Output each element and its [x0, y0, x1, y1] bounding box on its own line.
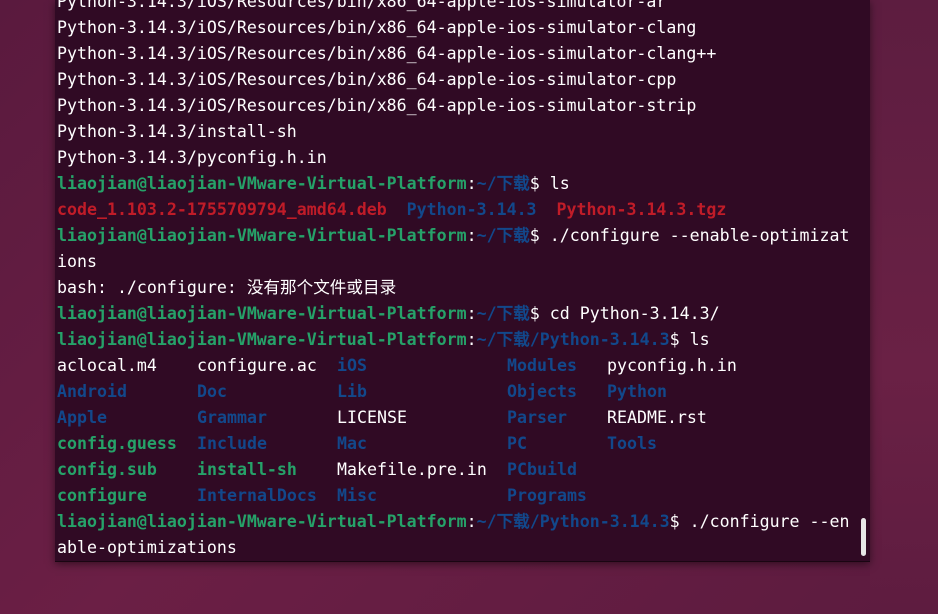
ls-entry: README.rst — [607, 408, 707, 427]
prompt-path: ~/下载 — [476, 304, 530, 323]
ls-row: configure InternalDocs Misc Programs — [57, 483, 857, 509]
prompt-dollar: $ — [529, 174, 540, 193]
ls-entry: LICENSE — [337, 408, 407, 427]
ls-entry: Makefile.pre.in — [337, 460, 487, 479]
terminal-window[interactable]: Python-3.14.3/iOS/Resources/bin/x86_64-a… — [55, 0, 870, 562]
output-line: Python-3.14.3/iOS/Resources/bin/x86_64-a… — [57, 44, 717, 63]
prompt-sep: : — [466, 330, 477, 349]
ls-entry: install-sh — [197, 460, 297, 479]
ls-entry: Misc — [337, 486, 377, 505]
prompt-path: ~/下载 — [476, 226, 530, 245]
ls-entry: Lib — [337, 382, 367, 401]
ls-entry: iOS — [337, 356, 367, 375]
ls-entry — [607, 457, 767, 483]
ls-entry: Android — [57, 382, 127, 401]
ls-entry: Modules — [507, 356, 577, 375]
prompt-line: liaojian@liaojian-VMware-Virtual-Platfor… — [57, 171, 857, 197]
prompt-line: liaojian@liaojian-VMware-Virtual-Platfor… — [57, 327, 857, 353]
prompt-dollar: $ — [669, 330, 680, 349]
ls-entry: PCbuild — [507, 460, 577, 479]
prompt-dollar: $ — [529, 226, 540, 245]
prompt-dollar: $ — [529, 304, 540, 323]
prompt-path: ~/下载 — [476, 174, 530, 193]
ls-entry — [607, 483, 767, 509]
ls-row: config.sub install-sh Makefile.pre.in PC… — [57, 457, 857, 483]
ls-row: config.guess Include Mac PC Tools — [57, 431, 857, 457]
prompt-path: ~/下载/Python-3.14.3 — [476, 330, 670, 349]
prompt-sep: : — [466, 226, 477, 245]
ls-entry: Doc — [197, 382, 227, 401]
prompt-path: ~/下载/Python-3.14.3 — [476, 512, 670, 531]
ls-entry: Parser — [507, 408, 567, 427]
output-line: Python-3.14.3/iOS/Resources/bin/x86_64-a… — [57, 18, 697, 37]
ls-entry: Programs — [507, 486, 587, 505]
ls-entry: Objects — [507, 382, 577, 401]
output-line: Python-3.14.3/iOS/Resources/bin/x86_64-a… — [57, 0, 667, 11]
error-line: bash: ./configure: 没有那个文件或目录 — [57, 278, 397, 297]
ls-entry: Grammar — [197, 408, 267, 427]
prompt-line: liaojian@liaojian-VMware-Virtual-Platfor… — [57, 301, 857, 327]
ls-row: Apple Grammar LICENSE Parser README.rst — [57, 405, 857, 431]
ls-entry: aclocal.m4 — [57, 356, 157, 375]
ls-entry: Include — [197, 434, 267, 453]
output-line: Python-3.14.3/pyconfig.h.in — [57, 148, 327, 167]
ls-entry: Apple — [57, 408, 107, 427]
prompt-sep: : — [466, 174, 477, 193]
output-line: Python-3.14.3/iOS/Resources/bin/x86_64-a… — [57, 96, 697, 115]
prompt-sep: : — [466, 512, 477, 531]
prompt-user: liaojian@liaojian-VMware-Virtual-Platfor… — [57, 330, 467, 349]
prompt-line: liaojian@liaojian-VMware-Virtual-Platfor… — [57, 223, 857, 249]
dir-python: Python-3.14.3 — [406, 200, 537, 219]
prompt-sep: : — [466, 304, 477, 323]
command-text: ./configure --en — [679, 512, 850, 531]
command-text: ls — [539, 174, 570, 193]
ls-entry: config.sub — [57, 460, 157, 479]
ls-entry: Mac — [337, 434, 367, 453]
prompt-user: liaojian@liaojian-VMware-Virtual-Platfor… — [57, 304, 467, 323]
ls-entry: configure.ac — [197, 356, 317, 375]
prompt-dollar: $ — [669, 512, 680, 531]
ls-row: aclocal.m4 configure.ac iOS Modules pyco… — [57, 353, 857, 379]
output-line: Python-3.14.3/iOS/Resources/bin/x86_64-a… — [57, 70, 677, 89]
ls-entry: InternalDocs — [197, 486, 317, 505]
command-text: ./configure --enable-optimizat — [539, 226, 850, 245]
ls-row: Android Doc Lib Objects Python — [57, 379, 857, 405]
command-text: cd Python-3.14.3/ — [539, 304, 720, 323]
ls-entry: config.guess — [57, 434, 177, 453]
prompt-user: liaojian@liaojian-VMware-Virtual-Platfor… — [57, 512, 467, 531]
ls-entry: configure — [57, 486, 147, 505]
command-wrap: ions — [57, 252, 97, 271]
prompt-user: liaojian@liaojian-VMware-Virtual-Platfor… — [57, 174, 467, 193]
terminal-scrollbar[interactable] — [861, 518, 866, 556]
desktop-background — [870, 0, 938, 614]
file-deb: code_1.103.2-1755709794_amd64.deb — [57, 200, 387, 219]
command-text: ls — [679, 330, 710, 349]
ls-entry: Tools — [607, 434, 657, 453]
output-line: Python-3.14.3/install-sh — [57, 122, 297, 141]
command-wrap: able-optimizations — [57, 538, 237, 557]
ls-entry: PC — [507, 434, 527, 453]
ls-output-line: code_1.103.2-1755709794_amd64.deb Python… — [57, 197, 857, 223]
ls-entry: Python — [607, 382, 667, 401]
ls-entry: pyconfig.h.in — [607, 356, 737, 375]
terminal-output: Python-3.14.3/iOS/Resources/bin/x86_64-a… — [57, 0, 857, 561]
file-tgz: Python-3.14.3.tgz — [556, 200, 727, 219]
prompt-line: liaojian@liaojian-VMware-Virtual-Platfor… — [57, 509, 857, 535]
prompt-user: liaojian@liaojian-VMware-Virtual-Platfor… — [57, 226, 467, 245]
